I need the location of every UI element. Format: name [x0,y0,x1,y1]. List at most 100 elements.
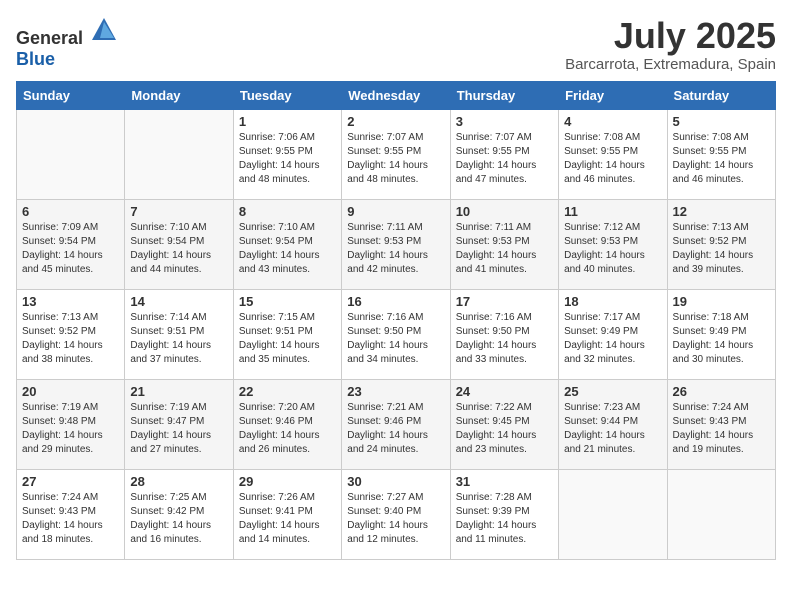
day-info: Sunrise: 7:24 AMSunset: 9:43 PMDaylight:… [673,401,770,457]
day-number: 30 [347,474,444,489]
calendar-cell: 10 Sunrise: 7:11 AMSunset: 9:53 PMDayligh… [450,199,558,289]
day-info: Sunrise: 7:14 AMSunset: 9:51 PMDaylight:… [130,311,227,367]
calendar-table: SundayMondayTuesdayWednesdayThursdayFrid… [16,81,776,560]
day-header-wednesday: Wednesday [342,81,450,109]
calendar-cell: 12 Sunrise: 7:13 AMSunset: 9:52 PMDayligh… [667,199,775,289]
day-info: Sunrise: 7:10 AMSunset: 9:54 PMDaylight:… [130,221,227,277]
day-info: Sunrise: 7:27 AMSunset: 9:40 PMDaylight:… [347,491,444,547]
day-info: Sunrise: 7:22 AMSunset: 9:45 PMDaylight:… [456,401,553,457]
logo-blue: Blue [16,49,55,69]
day-info: Sunrise: 7:12 AMSunset: 9:53 PMDaylight:… [564,221,661,277]
day-info: Sunrise: 7:16 AMSunset: 9:50 PMDaylight:… [347,311,444,367]
calendar-cell: 30 Sunrise: 7:27 AMSunset: 9:40 PMDayligh… [342,469,450,559]
logo: General Blue [16,16,118,70]
calendar-cell: 5 Sunrise: 7:08 AMSunset: 9:55 PMDaylight… [667,109,775,199]
calendar-week-4: 20Sunrise: 7:19 AMSunset: 9:48 PMDayligh… [17,379,776,469]
calendar-cell: 25Sunrise: 7:23 AMSunset: 9:44 PMDayligh… [559,379,667,469]
calendar-cell: 26 Sunrise: 7:24 AMSunset: 9:43 PMDayligh… [667,379,775,469]
day-number: 11 [564,204,661,219]
day-number: 2 [347,114,444,129]
day-number: 22 [239,384,336,399]
calendar-cell: 29Sunrise: 7:26 AMSunset: 9:41 PMDayligh… [233,469,341,559]
calendar-cell [17,109,125,199]
day-number: 13 [22,294,119,309]
calendar-cell: 8Sunrise: 7:10 AMSunset: 9:54 PMDaylight… [233,199,341,289]
page-header: General Blue July 2025 Barcarrota, Extre… [16,16,776,73]
calendar-cell: 3Sunrise: 7:07 AMSunset: 9:55 PMDaylight… [450,109,558,199]
day-info: Sunrise: 7:07 AMSunset: 9:55 PMDaylight:… [347,131,444,187]
calendar-cell: 2 Sunrise: 7:07 AMSunset: 9:55 PMDaylight… [342,109,450,199]
calendar-cell: 7 Sunrise: 7:10 AMSunset: 9:54 PMDaylight… [125,199,233,289]
day-info: Sunrise: 7:28 AMSunset: 9:39 PMDaylight:… [456,491,553,547]
calendar-cell [559,469,667,559]
logo-icon [90,16,118,44]
calendar-cell: 14Sunrise: 7:14 AMSunset: 9:51 PMDayligh… [125,289,233,379]
day-number: 28 [130,474,227,489]
calendar-cell: 28 Sunrise: 7:25 AMSunset: 9:42 PMDayligh… [125,469,233,559]
calendar-week-3: 13Sunrise: 7:13 AMSunset: 9:52 PMDayligh… [17,289,776,379]
calendar-week-5: 27 Sunrise: 7:24 AMSunset: 9:43 PMDayligh… [17,469,776,559]
day-number: 5 [673,114,770,129]
logo-text: General Blue [16,16,118,70]
day-number: 15 [239,294,336,309]
calendar-cell: 24 Sunrise: 7:22 AMSunset: 9:45 PMDayligh… [450,379,558,469]
title-area: July 2025 Barcarrota, Extremadura, Spain [565,16,776,73]
day-info: Sunrise: 7:18 AMSunset: 9:49 PMDaylight:… [673,311,770,367]
calendar-cell: 27 Sunrise: 7:24 AMSunset: 9:43 PMDayligh… [17,469,125,559]
day-info: Sunrise: 7:24 AMSunset: 9:43 PMDaylight:… [22,491,119,547]
day-info: Sunrise: 7:08 AMSunset: 9:55 PMDaylight:… [673,131,770,187]
calendar-cell: 4 Sunrise: 7:08 AMSunset: 9:55 PMDaylight… [559,109,667,199]
day-info: Sunrise: 7:26 AMSunset: 9:41 PMDaylight:… [239,491,336,547]
calendar-cell: 16Sunrise: 7:16 AMSunset: 9:50 PMDayligh… [342,289,450,379]
day-info: Sunrise: 7:17 AMSunset: 9:49 PMDaylight:… [564,311,661,367]
calendar-cell [667,469,775,559]
calendar-cell: 15 Sunrise: 7:15 AMSunset: 9:51 PMDayligh… [233,289,341,379]
calendar-cell: 17 Sunrise: 7:16 AMSunset: 9:50 PMDayligh… [450,289,558,379]
day-info: Sunrise: 7:15 AMSunset: 9:51 PMDaylight:… [239,311,336,367]
day-number: 24 [456,384,553,399]
day-number: 31 [456,474,553,489]
day-header-sunday: Sunday [17,81,125,109]
month-title: July 2025 [565,16,776,56]
day-number: 17 [456,294,553,309]
day-header-monday: Monday [125,81,233,109]
day-info: Sunrise: 7:23 AMSunset: 9:44 PMDaylight:… [564,401,661,457]
day-number: 12 [673,204,770,219]
calendar-cell: 1 Sunrise: 7:06 AMSunset: 9:55 PMDaylight… [233,109,341,199]
day-header-tuesday: Tuesday [233,81,341,109]
day-number: 6 [22,204,119,219]
calendar-cell: 19 Sunrise: 7:18 AMSunset: 9:49 PMDayligh… [667,289,775,379]
day-header-thursday: Thursday [450,81,558,109]
location-title: Barcarrota, Extremadura, Spain [565,56,776,73]
day-number: 4 [564,114,661,129]
day-number: 26 [673,384,770,399]
calendar-week-1: 1 Sunrise: 7:06 AMSunset: 9:55 PMDaylight… [17,109,776,199]
day-info: Sunrise: 7:16 AMSunset: 9:50 PMDaylight:… [456,311,553,367]
day-header-saturday: Saturday [667,81,775,109]
day-info: Sunrise: 7:25 AMSunset: 9:42 PMDaylight:… [130,491,227,547]
calendar-cell: 6Sunrise: 7:09 AMSunset: 9:54 PMDaylight… [17,199,125,289]
calendar-week-2: 6Sunrise: 7:09 AMSunset: 9:54 PMDaylight… [17,199,776,289]
calendar-header-row: SundayMondayTuesdayWednesdayThursdayFrid… [17,81,776,109]
day-info: Sunrise: 7:11 AMSunset: 9:53 PMDaylight:… [347,221,444,277]
day-info: Sunrise: 7:21 AMSunset: 9:46 PMDaylight:… [347,401,444,457]
day-info: Sunrise: 7:20 AMSunset: 9:46 PMDaylight:… [239,401,336,457]
day-number: 27 [22,474,119,489]
calendar-cell [125,109,233,199]
day-number: 8 [239,204,336,219]
calendar-cell: 20Sunrise: 7:19 AMSunset: 9:48 PMDayligh… [17,379,125,469]
day-number: 20 [22,384,119,399]
day-number: 7 [130,204,227,219]
day-info: Sunrise: 7:13 AMSunset: 9:52 PMDaylight:… [673,221,770,277]
day-info: Sunrise: 7:08 AMSunset: 9:55 PMDaylight:… [564,131,661,187]
calendar-cell: 23Sunrise: 7:21 AMSunset: 9:46 PMDayligh… [342,379,450,469]
day-info: Sunrise: 7:07 AMSunset: 9:55 PMDaylight:… [456,131,553,187]
calendar-cell: 21Sunrise: 7:19 AMSunset: 9:47 PMDayligh… [125,379,233,469]
day-number: 1 [239,114,336,129]
calendar-cell: 31 Sunrise: 7:28 AMSunset: 9:39 PMDayligh… [450,469,558,559]
day-info: Sunrise: 7:06 AMSunset: 9:55 PMDaylight:… [239,131,336,187]
day-header-friday: Friday [559,81,667,109]
day-info: Sunrise: 7:11 AMSunset: 9:53 PMDaylight:… [456,221,553,277]
day-number: 19 [673,294,770,309]
day-number: 10 [456,204,553,219]
